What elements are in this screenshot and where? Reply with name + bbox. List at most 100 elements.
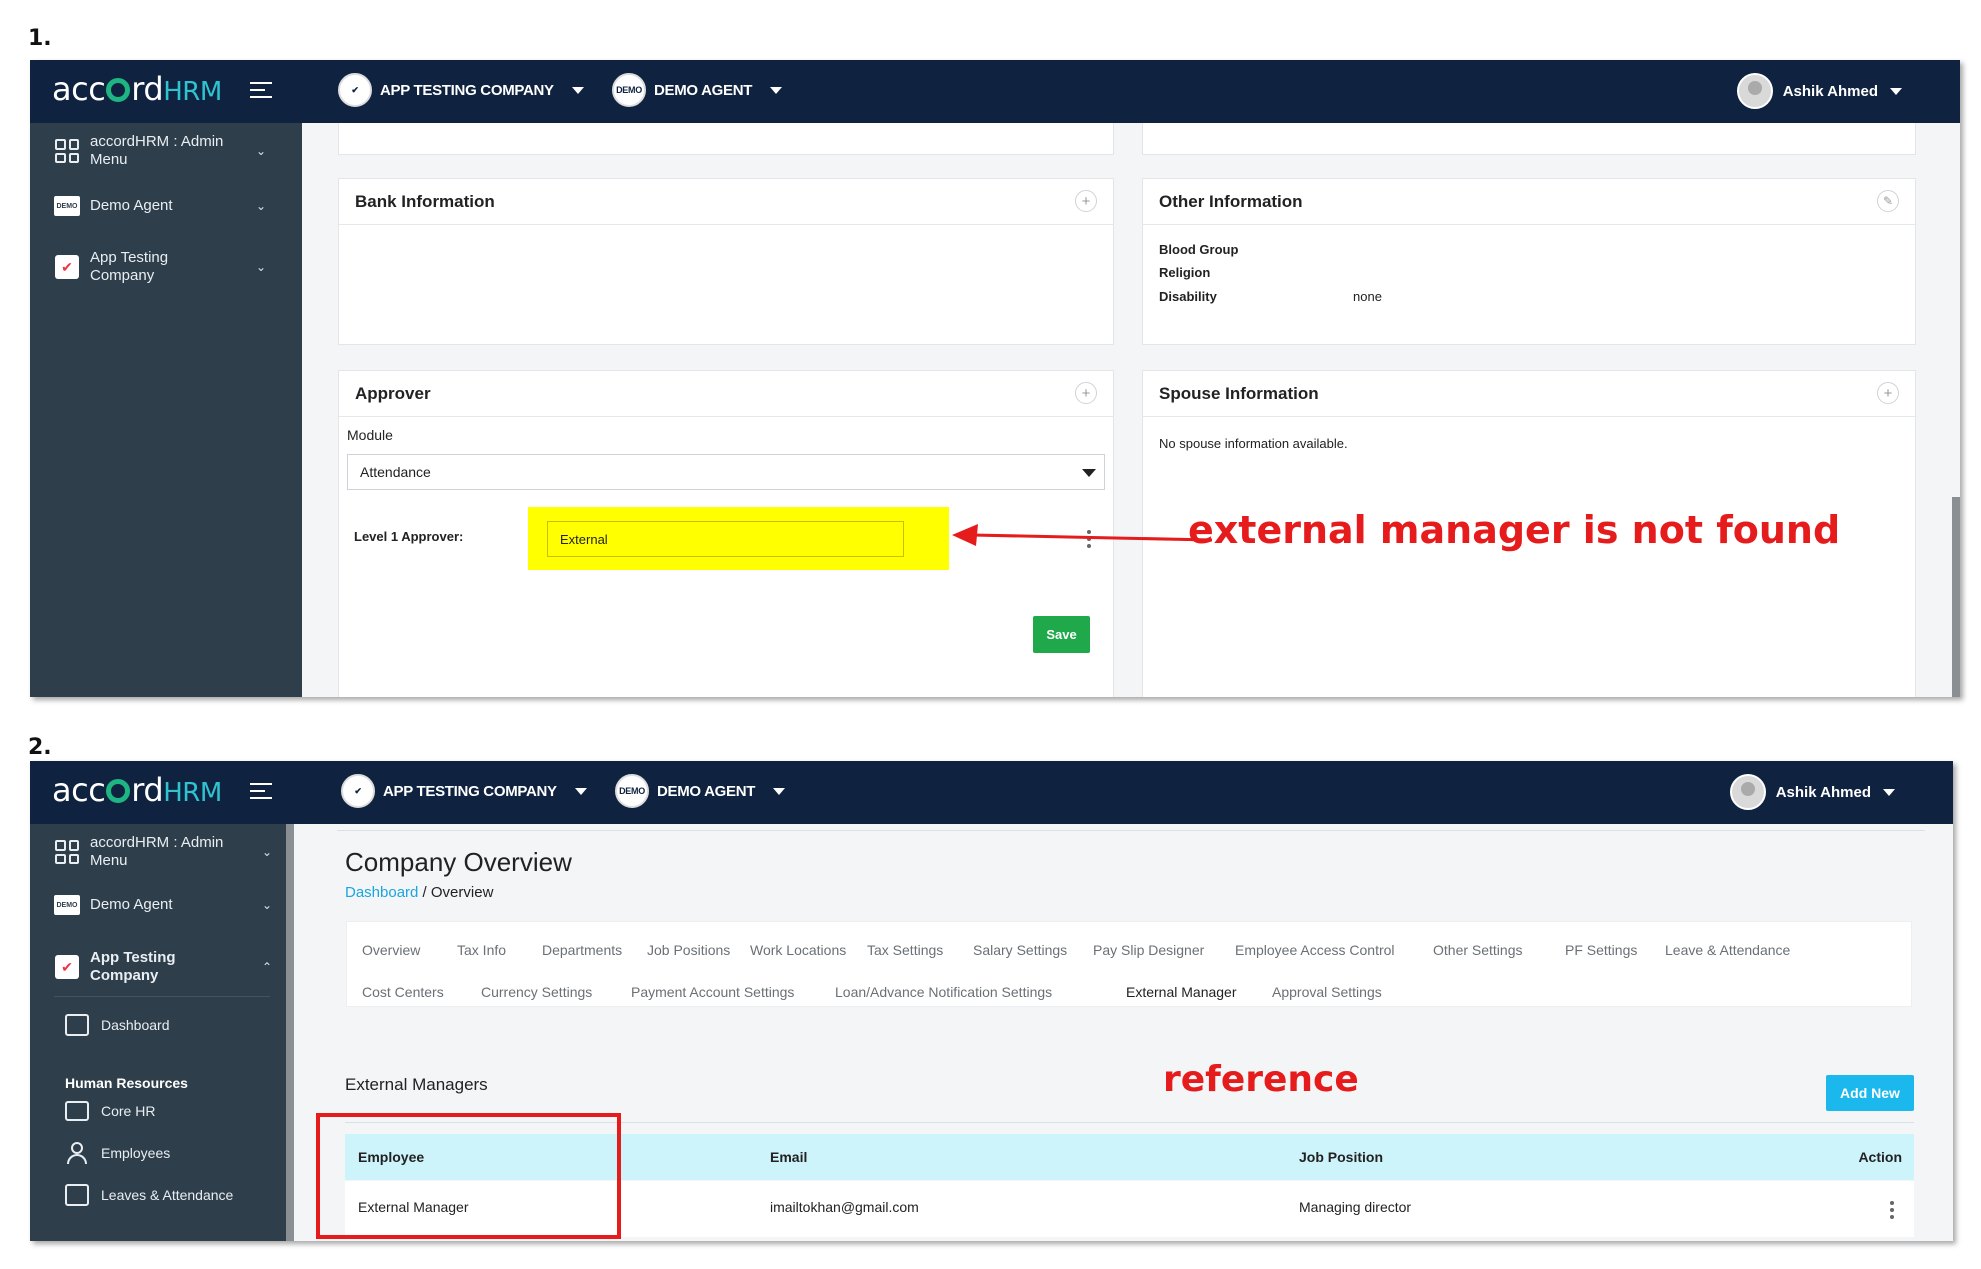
sidebar-item-label: Core HR — [101, 1103, 156, 1119]
top-navbar: acc rdHRM ✔ APP TESTING COMPANY DEMO DEMO… — [30, 60, 1960, 123]
level1-approver-input[interactable]: External — [547, 521, 904, 557]
logo-text: acc — [52, 70, 106, 108]
sidebar-item-label: accordHRM : Admin Menu — [90, 133, 224, 168]
annotation-arrow — [952, 524, 1213, 546]
save-button[interactable]: Save — [1033, 616, 1090, 653]
sidebar-item-label: Demo Agent — [90, 896, 173, 913]
chevron-down-icon — [773, 787, 786, 795]
breadcrumb: Dashboard / Overview — [345, 884, 493, 901]
sidebar-item-admin-menu[interactable]: accordHRM : Admin Menu ⌄ — [30, 832, 302, 872]
tab-employee-access-control[interactable]: Employee Access Control — [1235, 942, 1395, 958]
sidebar-item-label: Dashboard — [101, 1017, 170, 1033]
tab-leave-attendance[interactable]: Leave & Attendance — [1665, 942, 1790, 958]
edit-icon[interactable]: ✎ — [1877, 190, 1899, 212]
sidebar-section-title: Human Resources — [65, 1075, 188, 1091]
chevron-down-icon: ⌄ — [261, 898, 272, 912]
field-label: Disability — [1159, 289, 1217, 304]
scrollbar[interactable] — [1952, 497, 1960, 697]
tab-other-settings[interactable]: Other Settings — [1433, 942, 1523, 958]
sidebar-item-core-hr[interactable]: Core HR — [65, 1101, 155, 1121]
dropdown-caret-icon — [1082, 469, 1096, 477]
tab-departments[interactable]: Departments — [542, 942, 622, 958]
logo-text: acc — [52, 771, 106, 809]
breadcrumb-current: / Overview — [418, 884, 494, 901]
sidebar-item-dashboard[interactable]: Dashboard — [65, 1014, 170, 1036]
sidebar-item-admin-menu[interactable]: accordHRM : Admin Menu ⌄ — [30, 131, 302, 171]
card-title: Approver — [339, 371, 1113, 417]
sidebar-item-app-testing-company[interactable]: ✔ App Testing Company ⌄ — [30, 247, 302, 287]
sidebar-item-leaves-attendance[interactable]: Leaves & Attendance — [65, 1184, 233, 1206]
module-select[interactable]: Attendance — [347, 454, 1105, 490]
annotation-red-box — [316, 1113, 621, 1239]
app-logo-icon: ✔ — [54, 255, 80, 279]
cell-job-position: Managing director — [1299, 1199, 1412, 1215]
sidebar-item-label: App Testing Company — [90, 249, 169, 284]
tab-payment-account-settings[interactable]: Payment Account Settings — [631, 984, 794, 1000]
sidebar-item-employees[interactable]: Employees — [65, 1142, 170, 1164]
company-selector[interactable]: ✔ APP TESTING COMPANY — [338, 73, 584, 107]
chevron-down-icon: ⌄ — [255, 260, 266, 274]
monitor-icon — [65, 1014, 89, 1036]
tab-currency-settings[interactable]: Currency Settings — [481, 984, 592, 1000]
tab-approval-settings[interactable]: Approval Settings — [1272, 984, 1382, 1000]
accordhrm-logo[interactable]: acc rdHRM — [52, 771, 222, 809]
sidebar-item-app-testing-company[interactable]: ✔ App Testing Company ⌃ — [30, 947, 302, 987]
hamburger-menu-icon[interactable] — [250, 82, 272, 100]
agent-logo-icon: DEMO — [612, 73, 646, 107]
chevron-down-icon — [574, 787, 587, 795]
agent-selector-label: DEMO AGENT — [654, 81, 753, 99]
sidebar-item-label: Employees — [101, 1145, 171, 1161]
tab-external-manager[interactable]: External Manager — [1126, 984, 1237, 1000]
agent-tag-icon: DEMO — [54, 894, 80, 916]
tab-loan-advance-notification-settings[interactable]: Loan/Advance Notification Settings — [835, 984, 1052, 1000]
field-value: none — [1353, 289, 1382, 304]
company-selector-label: APP TESTING COMPANY — [383, 782, 557, 800]
breadcrumb-link-dashboard[interactable]: Dashboard — [345, 884, 418, 901]
user-menu[interactable]: Ashik Ahmed — [1729, 774, 1895, 810]
user-menu[interactable]: Ashik Ahmed — [1736, 73, 1902, 109]
add-icon[interactable]: + — [1075, 382, 1097, 404]
user-name: Ashik Ahmed — [1782, 82, 1878, 100]
company-selector[interactable]: ✔ APP TESTING COMPANY — [341, 774, 587, 808]
module-label: Module — [347, 427, 393, 443]
sidebar: accordHRM : Admin Menu ⌄ DEMO Demo Agent… — [30, 824, 294, 1241]
field-label: Blood Group — [1159, 242, 1239, 257]
agent-selector[interactable]: DEMO DEMO AGENT — [615, 774, 786, 808]
add-icon[interactable]: + — [1877, 382, 1899, 404]
sidebar-item-demo-agent[interactable]: DEMO Demo Agent ⌄ — [30, 191, 302, 221]
tab-work-locations[interactable]: Work Locations — [750, 942, 846, 958]
add-icon[interactable]: + — [1075, 190, 1097, 212]
sidebar-item-label: App Testing Company — [90, 949, 176, 984]
logo-swirl-icon — [106, 78, 131, 102]
user-name: Ashik Ahmed — [1775, 783, 1871, 801]
tab-cost-centers[interactable]: Cost Centers — [362, 984, 444, 1000]
tab-tax-settings[interactable]: Tax Settings — [867, 942, 943, 958]
logo-text-rd: rd — [131, 70, 164, 108]
cell-email: imailtokhan@gmail.com — [770, 1199, 919, 1215]
row-actions-icon[interactable] — [1890, 1201, 1894, 1222]
annotation-text: external manager is not found — [1188, 508, 1841, 552]
logo-swirl-icon — [106, 779, 131, 803]
card-title: Spouse Information — [1143, 371, 1915, 417]
chevron-down-icon — [571, 86, 584, 94]
tab-pay-slip-designer[interactable]: Pay Slip Designer — [1093, 942, 1204, 958]
sidebar-item-demo-agent[interactable]: DEMO Demo Agent ⌄ — [30, 890, 302, 920]
tab-salary-settings[interactable]: Salary Settings — [973, 942, 1067, 958]
top-navbar: acc rdHRM ✔ APP TESTING COMPANY DEMO DEMO… — [30, 761, 1953, 824]
content-top-divider — [337, 830, 1925, 831]
chevron-down-icon: ⌄ — [255, 199, 266, 213]
hamburger-menu-icon[interactable] — [250, 783, 272, 801]
column-header-action: Action — [1858, 1149, 1902, 1165]
tab-tax-info[interactable]: Tax Info — [457, 942, 506, 958]
add-new-button[interactable]: Add New — [1826, 1075, 1914, 1111]
tab-job-positions[interactable]: Job Positions — [647, 942, 730, 958]
tab-overview[interactable]: Overview — [362, 942, 420, 958]
field-label: Religion — [1159, 265, 1211, 280]
tab-pf-settings[interactable]: PF Settings — [1565, 942, 1637, 958]
agent-selector[interactable]: DEMO DEMO AGENT — [612, 73, 783, 107]
sidebar: accordHRM : Admin Menu ⌄ DEMO Demo Agent… — [30, 123, 302, 697]
level1-approver-label: Level 1 Approver: — [354, 529, 464, 544]
accordhrm-logo[interactable]: acc rdHRM — [52, 70, 222, 108]
sidebar-item-label: accordHRM : Admin Menu — [90, 834, 224, 869]
bank-information-card: Bank Information + — [338, 178, 1114, 345]
